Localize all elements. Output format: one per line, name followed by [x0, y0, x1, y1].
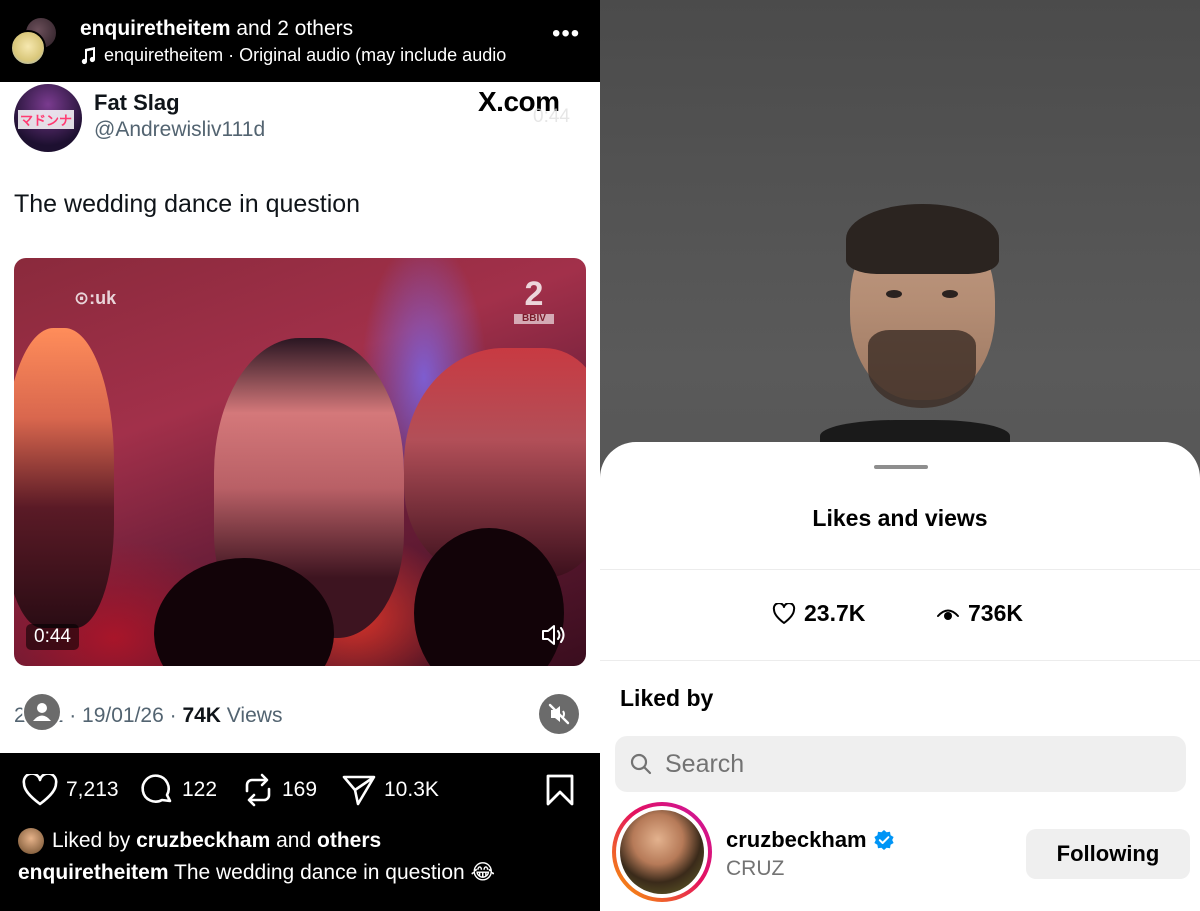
search-input[interactable]	[665, 749, 1145, 779]
tweet-author-name: Fat Slag	[94, 90, 180, 115]
ghost-timestamp: 0:44	[533, 106, 570, 127]
username[interactable]: cruzbeckham	[726, 827, 895, 853]
comment-button[interactable]: 122	[140, 768, 217, 812]
bottom-sheet: Likes and views 23.7K 736K Liked by cruz…	[600, 442, 1200, 911]
liked-by-heading: Liked by	[620, 685, 714, 711]
liked-by-summary[interactable]: Liked by cruzbeckham and others	[18, 828, 381, 854]
channel-logo: ⊙:uk	[74, 288, 117, 308]
eye-icon	[937, 609, 959, 620]
tweet-text: The wedding dance in question	[14, 190, 361, 218]
avatar	[620, 810, 704, 894]
collab-avatars[interactable]	[10, 16, 60, 66]
likes-stat: 23.7K	[772, 600, 865, 627]
tweet-video[interactable]: ⊙:uk 2 BBIV 0:44	[14, 258, 586, 666]
more-horizontal-icon[interactable]: •••	[552, 22, 580, 46]
heart-icon	[772, 602, 796, 624]
comment-icon	[141, 774, 172, 803]
divider	[600, 660, 1200, 661]
list-item[interactable]: cruzbeckham CRUZ Following	[612, 802, 1192, 906]
reel-caption: enquiretheitem The wedding dance in ques…	[18, 861, 496, 884]
following-button[interactable]: Following	[1026, 829, 1190, 879]
divider	[600, 569, 1200, 570]
share-button[interactable]: 10.3K	[342, 768, 439, 812]
tweet-card: マドンナ Fat Slag @Andrewisliv111d X.com 0:4…	[0, 82, 600, 753]
views-count: 736K	[968, 600, 1023, 626]
comment-count: 122	[182, 778, 218, 801]
speaker-icon[interactable]	[540, 622, 568, 648]
search-icon	[630, 753, 652, 775]
profile-button[interactable]	[22, 692, 62, 732]
mute-button[interactable]	[539, 694, 579, 734]
muted-speaker-icon	[548, 703, 570, 725]
share-count: 10.3K	[384, 778, 439, 801]
video-duration: 0:44	[26, 624, 79, 650]
tweet-author-handle: @Andrewisliv111d	[94, 118, 266, 141]
avatar	[10, 30, 46, 66]
video-background-person	[820, 200, 1010, 460]
story-ring-avatar[interactable]	[612, 802, 712, 902]
repost-count: 169	[282, 778, 318, 801]
avatar-text: マドンナ	[18, 110, 75, 129]
audio-link[interactable]: enquiretheitem · Original audio (may inc…	[80, 45, 535, 66]
reel-owner[interactable]: enquiretheitem and 2 others	[80, 17, 353, 41]
channel-badge: 2 BBIV	[514, 274, 554, 326]
bookmark-icon[interactable]	[545, 774, 575, 806]
like-button[interactable]: 7,213	[22, 768, 119, 812]
like-count: 7,213	[66, 778, 119, 801]
video-frame-figure	[14, 328, 114, 628]
person-icon	[33, 703, 51, 721]
views-stat: 736K	[936, 600, 1023, 627]
search-bar[interactable]	[615, 736, 1186, 792]
repost-button[interactable]: 169	[242, 768, 317, 812]
reel-panel: enquiretheitem and 2 others enquiretheit…	[0, 0, 600, 911]
full-name: CRUZ	[726, 857, 785, 880]
likes-views-panel: Likes and views 23.7K 736K Liked by cruz…	[600, 0, 1200, 911]
reel-action-bar: 7,213 122 169 10.3K	[0, 768, 600, 812]
heart-icon	[22, 774, 58, 806]
music-note-icon	[81, 46, 96, 64]
reel-header: enquiretheitem and 2 others enquiretheit…	[0, 0, 600, 82]
sheet-title: Likes and views	[812, 505, 988, 531]
tweet-avatar: マドンナ	[14, 84, 82, 152]
avatar	[18, 828, 44, 854]
likes-count: 23.7K	[804, 600, 866, 626]
sheet-grabber[interactable]	[874, 465, 928, 469]
verified-badge-icon	[874, 830, 894, 850]
send-icon	[342, 775, 376, 806]
repost-icon	[245, 773, 271, 807]
